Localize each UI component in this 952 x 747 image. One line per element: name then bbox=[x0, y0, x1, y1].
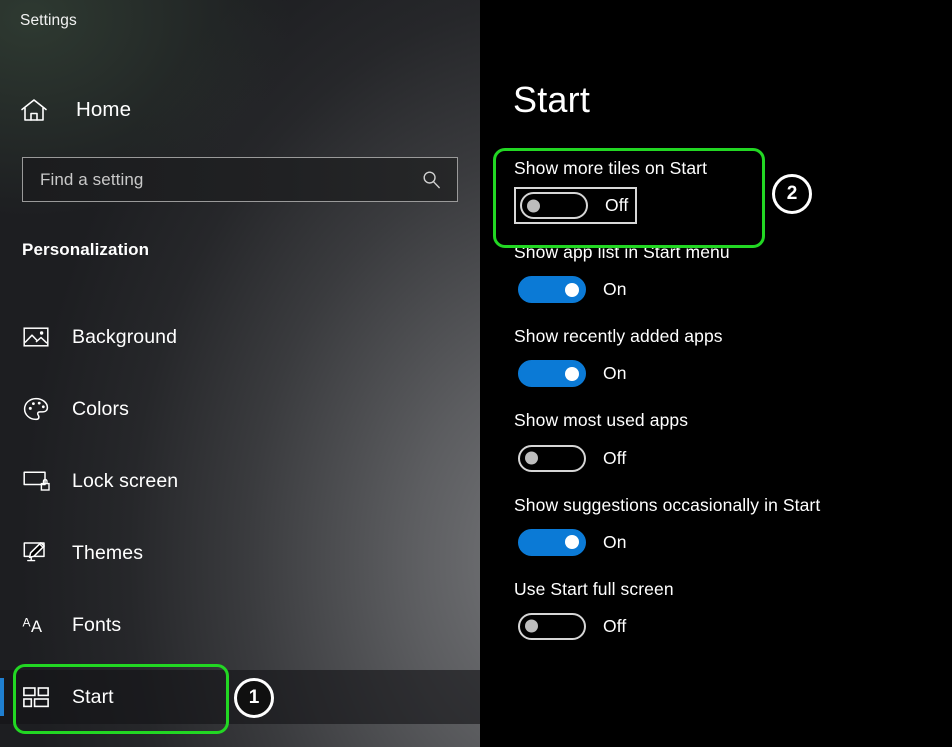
toggle-switch[interactable] bbox=[518, 528, 586, 556]
toggle-state-label: On bbox=[603, 531, 627, 552]
image-icon bbox=[20, 326, 52, 348]
window-title: Settings bbox=[20, 12, 77, 29]
sidebar-item-background[interactable]: Background bbox=[0, 310, 480, 364]
sidebar-item-fonts[interactable]: A A Fonts bbox=[0, 598, 480, 652]
toggle-show-app-list[interactable]: On bbox=[514, 271, 636, 308]
toggle-knob bbox=[525, 451, 538, 465]
svg-text:A: A bbox=[31, 618, 42, 636]
toggle-show-suggestions[interactable]: On bbox=[514, 524, 636, 561]
toggle-switch[interactable] bbox=[518, 444, 586, 472]
search-icon[interactable] bbox=[422, 170, 441, 189]
toggle-show-more-tiles[interactable]: Off bbox=[514, 187, 638, 225]
toggle-show-most-used[interactable]: Off bbox=[514, 440, 635, 477]
search-input-placeholder: Find a setting bbox=[40, 169, 144, 189]
setting-use-start-full-screen: Use Start full screen Off bbox=[480, 579, 952, 645]
toggle-state-label: On bbox=[603, 363, 627, 384]
toggle-knob bbox=[525, 619, 538, 633]
fonts-aa-icon: A A bbox=[20, 614, 52, 637]
toggle-use-start-full-screen[interactable]: Off bbox=[514, 608, 635, 645]
toggle-state-label: Off bbox=[605, 195, 629, 216]
main-content: Start Show more tiles on Start Off Show … bbox=[480, 0, 952, 747]
sidebar-item-colors[interactable]: Colors bbox=[0, 382, 480, 436]
toggle-switch[interactable] bbox=[518, 360, 586, 388]
sidebar: Settings Home Find a setting Personaliza… bbox=[0, 0, 480, 747]
settings-list: Show more tiles on Start Off Show app li… bbox=[480, 158, 952, 663]
setting-label: Show more tiles on Start bbox=[514, 158, 708, 178]
themes-brush-icon bbox=[20, 541, 52, 565]
setting-label: Use Start full screen bbox=[514, 578, 674, 599]
setting-show-app-list: Show app list in Start menu On bbox=[480, 242, 952, 308]
setting-show-suggestions: Show suggestions occasionally in Start O… bbox=[480, 495, 952, 561]
sidebar-section-heading: Personalization bbox=[22, 240, 150, 259]
toggle-switch[interactable] bbox=[518, 612, 586, 640]
toggle-knob bbox=[565, 366, 579, 381]
sidebar-item-home-label: Home bbox=[76, 98, 132, 121]
setting-label: Show recently added apps bbox=[514, 326, 723, 347]
setting-show-recently-added: Show recently added apps On bbox=[480, 326, 952, 392]
sidebar-item-lock-screen-label: Lock screen bbox=[72, 469, 179, 492]
annotation-badge-1: 1 bbox=[234, 678, 274, 718]
sidebar-item-start-label: Start bbox=[72, 685, 114, 708]
start-tiles-icon bbox=[20, 686, 52, 708]
svg-text:A: A bbox=[23, 616, 31, 630]
toggle-state-label: Off bbox=[603, 615, 627, 636]
search-input[interactable]: Find a setting bbox=[22, 157, 458, 202]
palette-icon bbox=[20, 397, 52, 422]
sidebar-item-home[interactable]: Home bbox=[20, 92, 320, 128]
selection-indicator-bar bbox=[0, 678, 4, 716]
settings-window: Settings Home Find a setting Personaliza… bbox=[0, 0, 952, 747]
toggle-state-label: On bbox=[603, 279, 627, 300]
toggle-switch[interactable] bbox=[518, 276, 586, 304]
setting-label: Show most used apps bbox=[514, 410, 689, 431]
sidebar-item-themes[interactable]: Themes bbox=[0, 526, 480, 580]
toggle-switch[interactable] bbox=[520, 192, 588, 220]
setting-show-most-used: Show most used apps Off bbox=[480, 410, 952, 476]
toggle-knob bbox=[565, 535, 579, 550]
sidebar-nav-list: Background Colors Lock screen Themes A A… bbox=[0, 310, 480, 742]
toggle-knob bbox=[527, 199, 540, 213]
annotation-badge-2: 2 bbox=[772, 174, 812, 214]
page-title: Start bbox=[513, 79, 591, 120]
sidebar-item-themes-label: Themes bbox=[72, 541, 144, 564]
setting-label: Show suggestions occasionally in Start bbox=[514, 494, 821, 515]
home-icon bbox=[20, 97, 48, 123]
setting-label: Show app list in Start menu bbox=[514, 242, 730, 263]
sidebar-item-background-label: Background bbox=[72, 325, 178, 348]
toggle-state-label: Off bbox=[603, 447, 627, 468]
toggle-show-recently-added[interactable]: On bbox=[514, 355, 636, 392]
sidebar-item-fonts-label: Fonts bbox=[72, 613, 122, 636]
sidebar-item-colors-label: Colors bbox=[72, 397, 129, 420]
setting-show-more-tiles: Show more tiles on Start Off bbox=[480, 158, 952, 225]
toggle-knob bbox=[565, 282, 579, 297]
sidebar-item-lock-screen[interactable]: Lock screen bbox=[0, 454, 480, 508]
lock-screen-icon bbox=[20, 470, 52, 492]
